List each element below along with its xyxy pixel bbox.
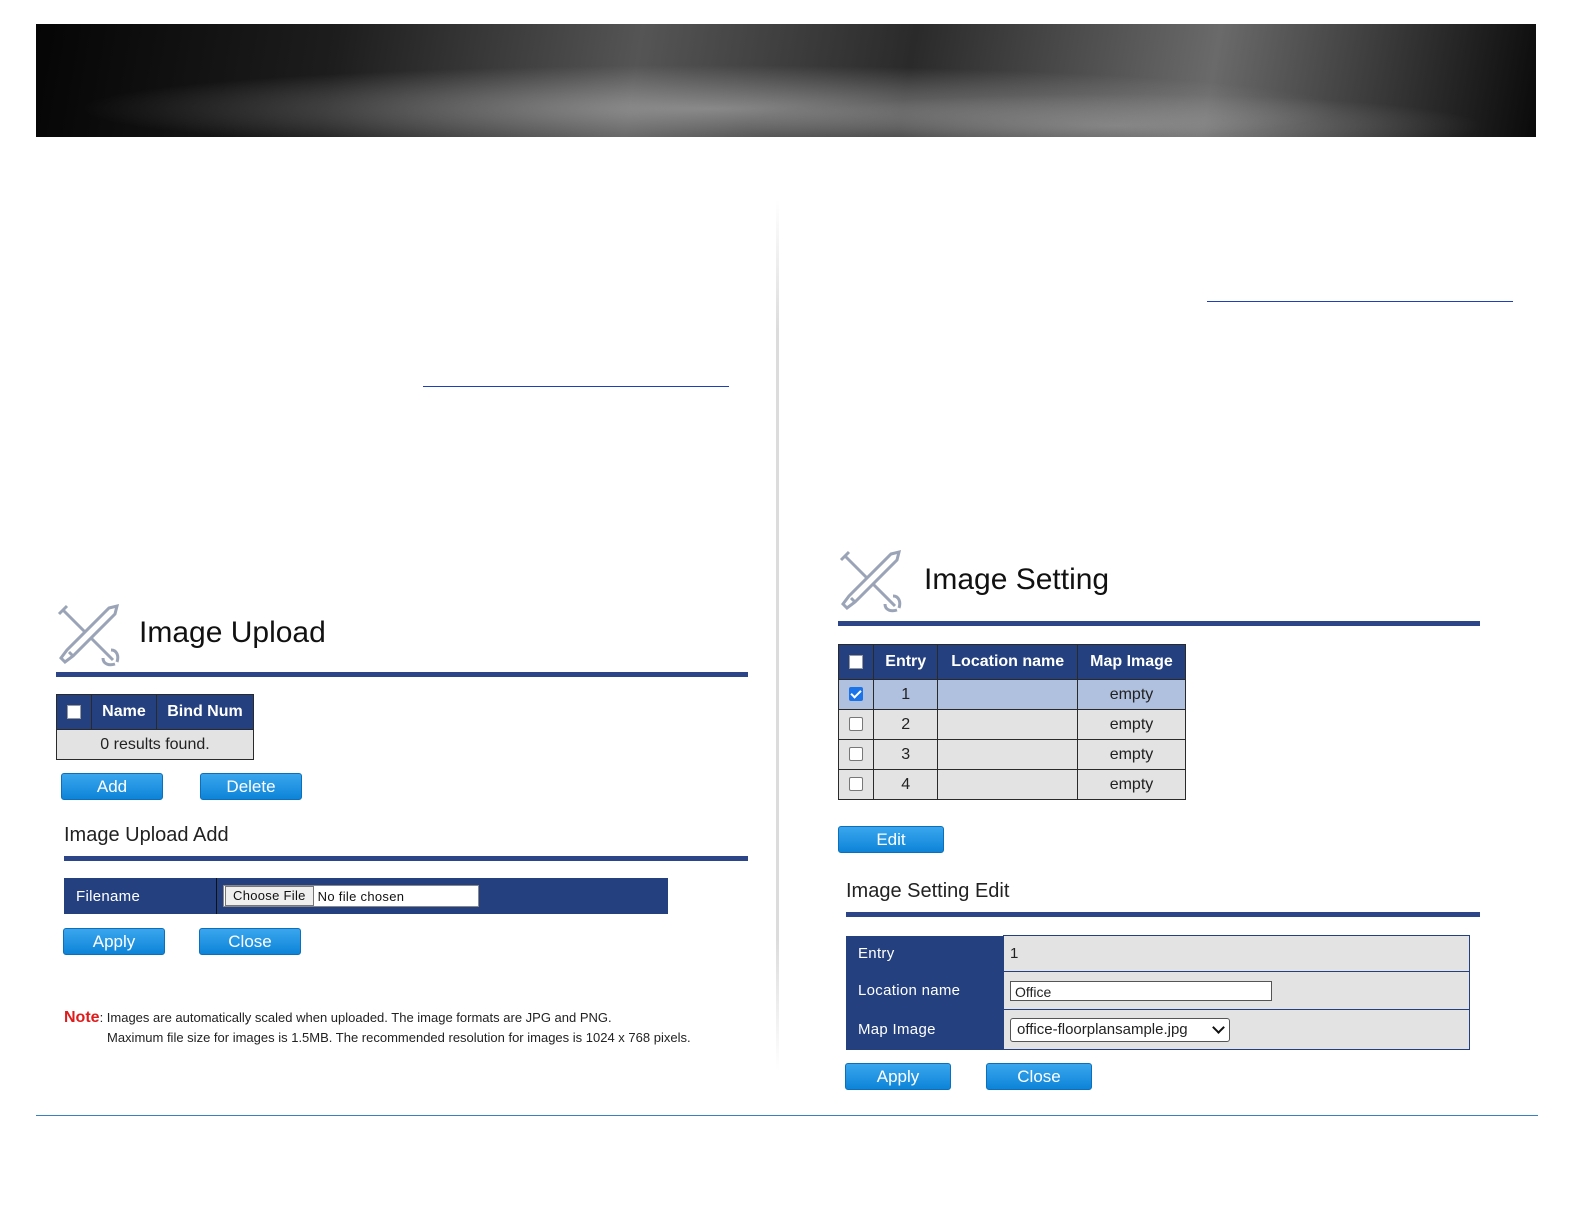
location-cell xyxy=(937,769,1078,800)
footer-rule xyxy=(36,1115,1538,1116)
link-underline-left xyxy=(423,386,729,387)
table-row[interactable]: 2 empty xyxy=(838,709,1187,740)
map-image-row: Map Image office-floorplansample.jpg xyxy=(846,1009,1470,1050)
file-input[interactable]: Choose File No file chosen xyxy=(223,885,479,907)
page-title-image-setting: Image Setting xyxy=(924,563,1110,596)
title-rule-image-setting xyxy=(838,621,1480,626)
location-name-input[interactable]: Office xyxy=(1010,980,1272,1001)
checkbox-icon[interactable] xyxy=(849,747,863,762)
section-title-upload-add: Image Upload Add xyxy=(64,824,229,846)
chevron-down-icon xyxy=(1212,1021,1225,1034)
file-status: No file chosen xyxy=(317,888,405,904)
entry-cell: 2 xyxy=(872,709,939,740)
map-image-label: Map Image xyxy=(846,1009,1004,1050)
note-line-2: Maximum file size for images is 1.5MB. T… xyxy=(64,1028,691,1048)
entry-label: Entry xyxy=(846,935,1004,972)
row-select[interactable] xyxy=(838,739,874,770)
tools-icon xyxy=(839,549,902,613)
filename-row: Filename Choose File No file chosen xyxy=(64,878,668,914)
location-cell xyxy=(937,739,1078,770)
upload-form: Filename Choose File No file chosen xyxy=(64,878,668,914)
map-image-selected: office-floorplansample.jpg xyxy=(1017,1021,1188,1038)
table-header-row: Name Bind Num xyxy=(56,694,255,730)
map-image-cell: empty xyxy=(1076,769,1187,800)
section-rule-upload-add xyxy=(64,856,748,861)
location-label: Location name xyxy=(846,971,1004,1010)
section-title-setting-edit: Image Setting Edit xyxy=(846,880,1010,902)
apply-button[interactable]: Apply xyxy=(63,928,165,955)
column-header-map-image[interactable]: Map Image xyxy=(1076,644,1187,680)
table-header-row: Entry Location name Map Image xyxy=(838,644,1187,680)
choose-file-button[interactable]: Choose File xyxy=(225,886,314,906)
map-image-select[interactable]: office-floorplansample.jpg xyxy=(1010,1017,1230,1042)
delete-button[interactable]: Delete xyxy=(200,773,302,800)
edit-button[interactable]: Edit xyxy=(838,826,944,853)
entry-cell: 4 xyxy=(872,769,939,800)
table-row[interactable]: 1 empty xyxy=(838,679,1187,710)
entry-cell: 1 xyxy=(872,679,939,710)
header-banner xyxy=(36,24,1536,137)
note-line-1: Note: Images are automatically scaled wh… xyxy=(64,1008,691,1028)
entry-value: 1 xyxy=(1003,935,1470,972)
location-row: Location name Office xyxy=(846,971,1470,1010)
filename-field: Choose File No file chosen xyxy=(216,878,668,914)
checkbox-icon[interactable] xyxy=(849,687,863,702)
title-rule xyxy=(56,672,748,677)
empty-message: 0 results found. xyxy=(56,729,254,760)
add-button[interactable]: Add xyxy=(61,773,163,800)
checkbox-icon[interactable] xyxy=(67,704,81,719)
checkbox-icon[interactable] xyxy=(849,717,863,732)
page-title: Image Upload xyxy=(139,616,326,649)
section-rule-setting-edit xyxy=(846,912,1480,917)
select-all-header[interactable] xyxy=(838,644,874,680)
note-text-1: : Images are automatically scaled when u… xyxy=(99,1010,612,1025)
checkbox-icon[interactable] xyxy=(849,777,863,792)
row-select[interactable] xyxy=(838,679,874,710)
entry-cell: 3 xyxy=(872,739,939,770)
apply-button[interactable]: Apply xyxy=(845,1063,951,1090)
column-header-location-name[interactable]: Location name xyxy=(937,644,1078,680)
row-select[interactable] xyxy=(838,709,874,740)
map-image-field: office-floorplansample.jpg xyxy=(1003,1009,1470,1050)
location-cell xyxy=(937,679,1078,710)
image-setting-table: Entry Location name Map Image 1 empty 2 … xyxy=(838,644,1187,800)
select-all-header[interactable] xyxy=(56,694,92,730)
location-cell xyxy=(937,709,1078,740)
note: Note: Images are automatically scaled wh… xyxy=(64,1008,691,1048)
map-image-cell: empty xyxy=(1076,739,1187,770)
column-header-entry[interactable]: Entry xyxy=(872,644,939,680)
column-divider xyxy=(776,200,779,1070)
setting-edit-form: Entry 1 Location name Office Map Image o… xyxy=(846,935,1470,1050)
location-field: Office xyxy=(1003,971,1470,1010)
column-header-name[interactable]: Name xyxy=(91,694,157,730)
tools-icon xyxy=(57,603,120,667)
table-row[interactable]: 3 empty xyxy=(838,739,1187,770)
note-label: Note xyxy=(64,1009,100,1026)
link-underline-right xyxy=(1207,301,1513,302)
note-text-2: Maximum file size for images is 1.5MB. T… xyxy=(107,1030,691,1045)
checkbox-icon[interactable] xyxy=(849,654,863,669)
map-image-cell: empty xyxy=(1076,709,1187,740)
column-header-bind-num[interactable]: Bind Num xyxy=(155,694,255,730)
map-image-cell: empty xyxy=(1076,679,1187,710)
filename-label: Filename xyxy=(64,878,217,914)
table-row[interactable]: 4 empty xyxy=(838,769,1187,800)
close-button[interactable]: Close xyxy=(986,1063,1092,1090)
close-button[interactable]: Close xyxy=(199,928,301,955)
entry-row: Entry 1 xyxy=(846,935,1470,972)
row-select[interactable] xyxy=(838,769,874,800)
empty-row: 0 results found. xyxy=(56,729,254,760)
image-table: Name Bind Num 0 results found. xyxy=(56,694,255,760)
